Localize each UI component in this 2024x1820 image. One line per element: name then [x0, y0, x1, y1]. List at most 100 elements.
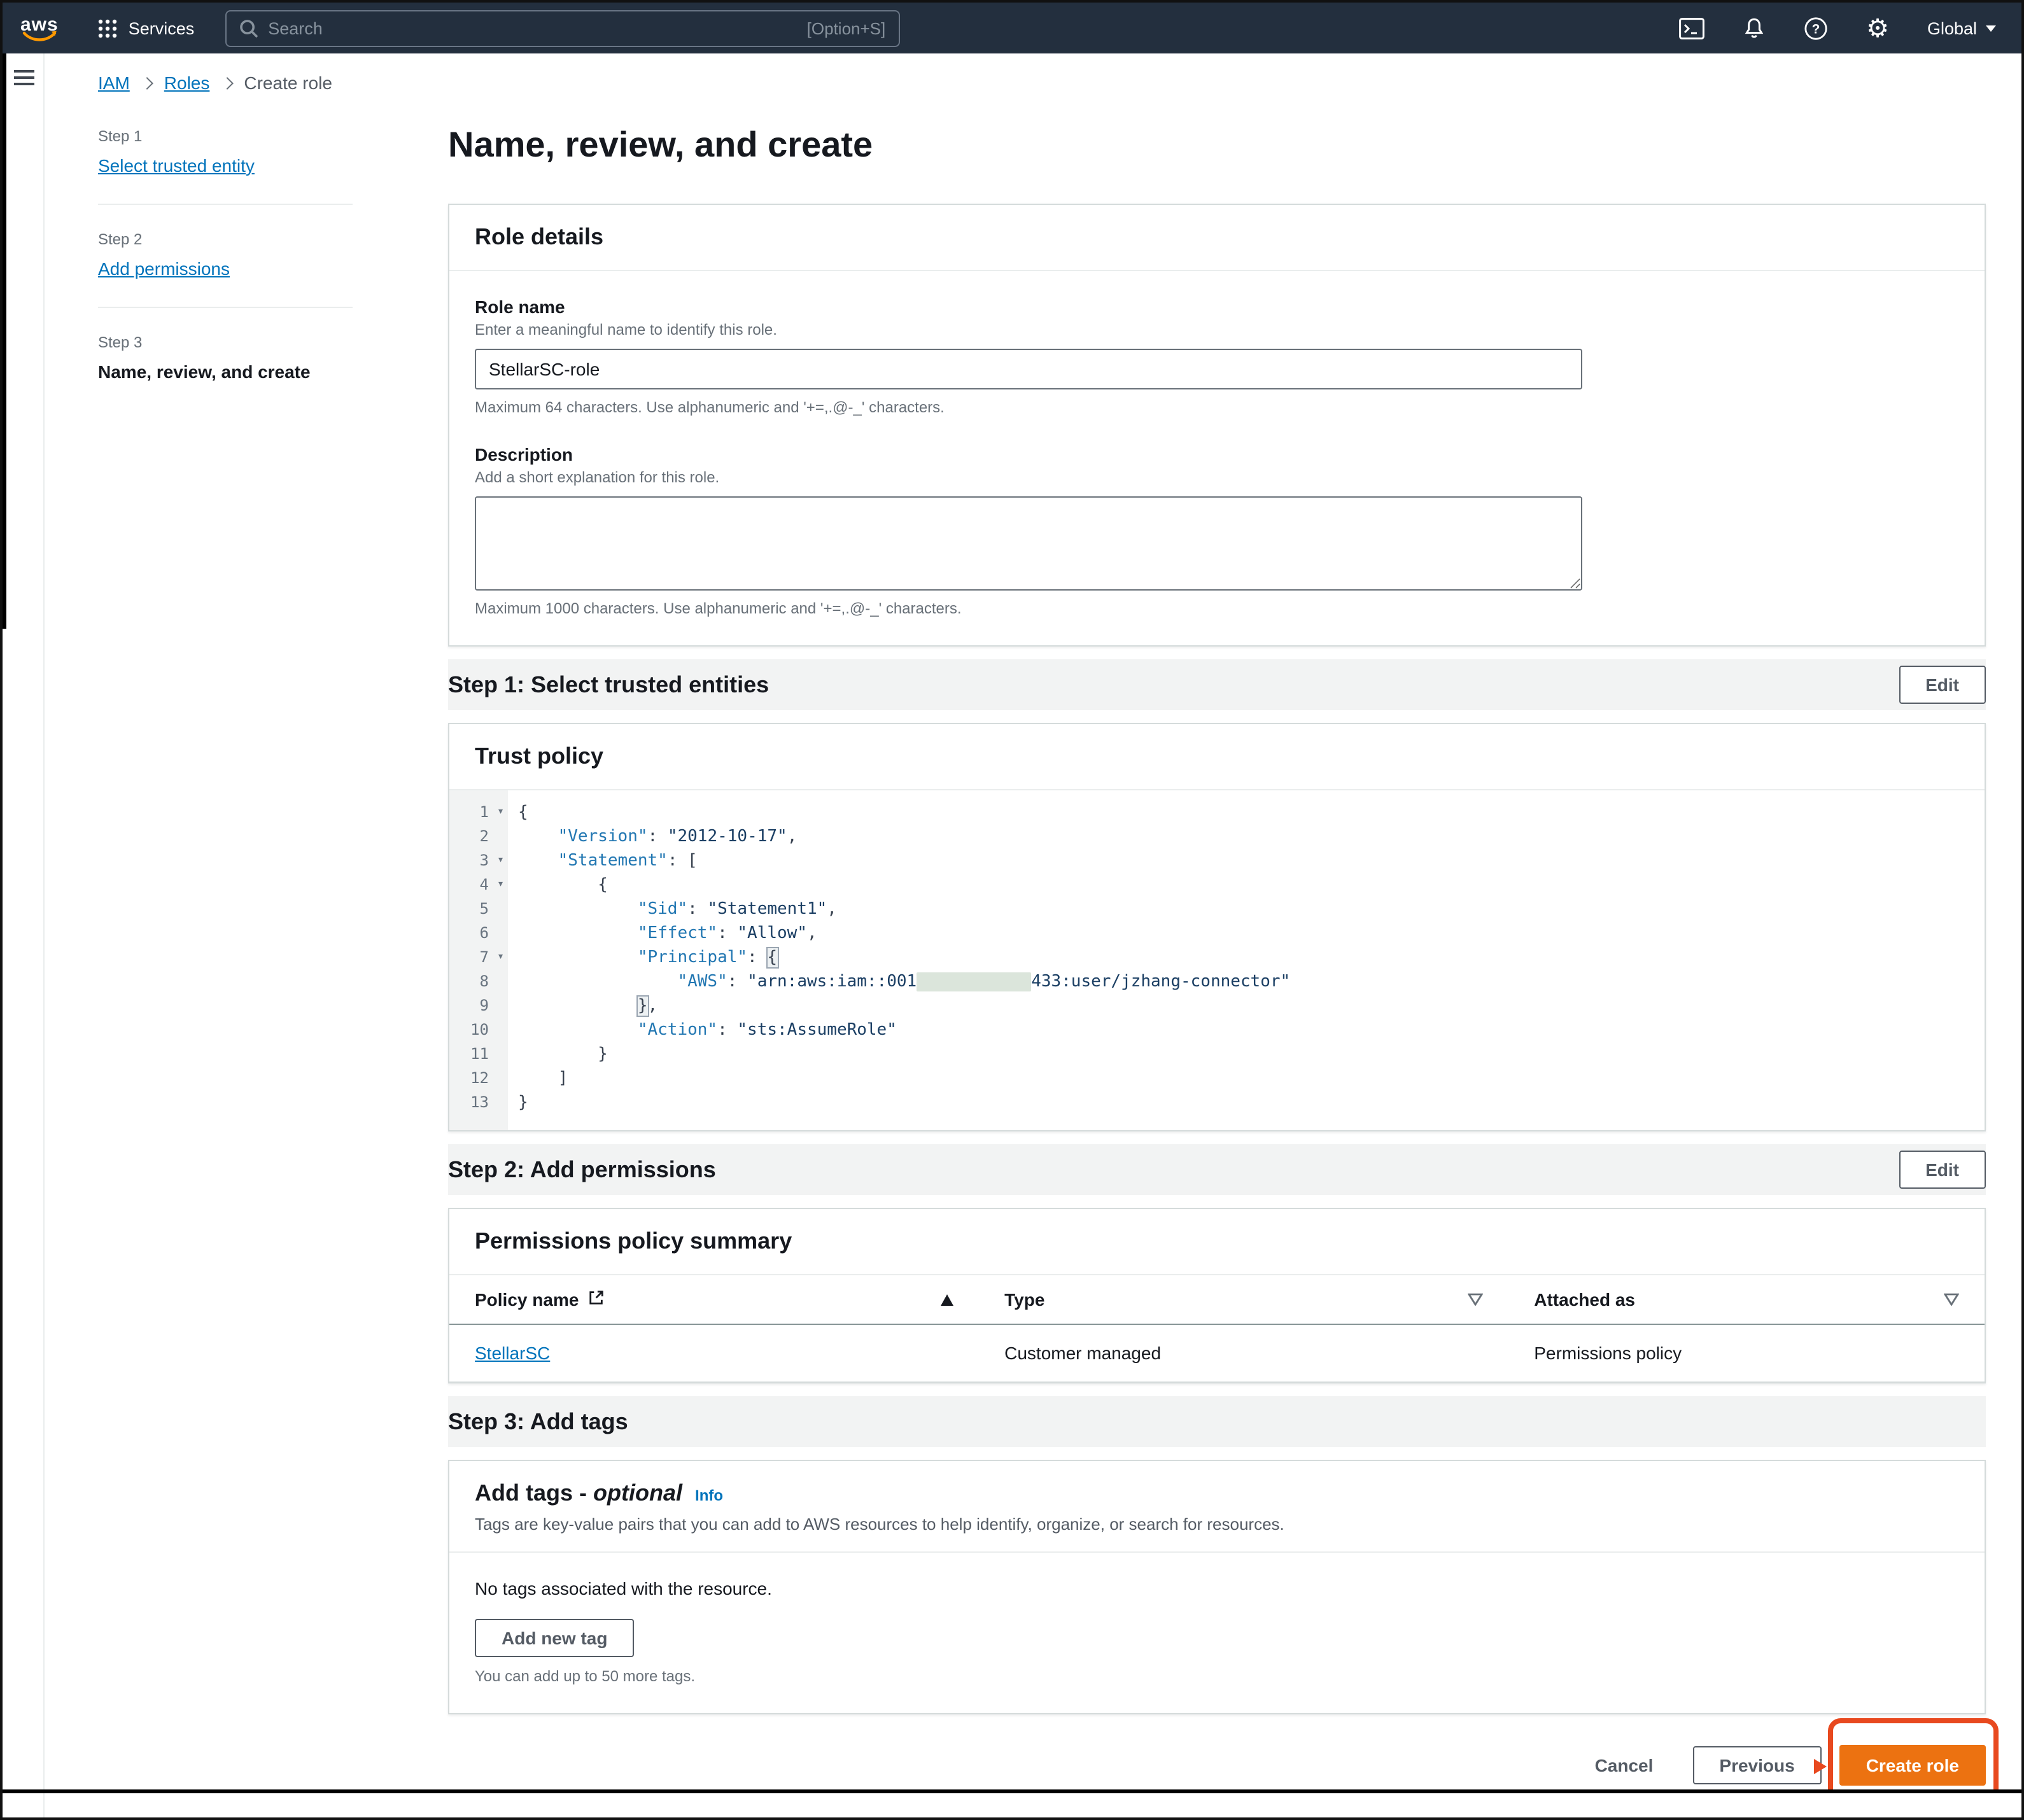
help-icon[interactable]: ? — [1804, 16, 1828, 40]
code-line: "AWS": "arn:aws:iam::001433:user/jzhang-… — [518, 970, 1290, 994]
step3-section-title: Step 3: Add tags — [448, 1408, 628, 1435]
gutter-line: 2 — [449, 825, 508, 849]
role-name-input[interactable] — [475, 349, 1582, 389]
code-line: "Statement": [ — [518, 849, 1290, 873]
notifications-bell-icon[interactable] — [1743, 17, 1766, 39]
code-line: }, — [518, 994, 1290, 1018]
add-tags-header: Add tags - optional Info Tags are key-va… — [449, 1461, 1985, 1553]
step1-section-title: Step 1: Select trusted entities — [448, 671, 769, 698]
trust-policy-card: Trust policy 1▾23▾4▾567▾8910111213 { "Ve… — [448, 723, 1986, 1131]
chevron-right-icon — [220, 76, 233, 89]
filter-icon[interactable] — [1944, 1289, 1959, 1310]
policy-name-link[interactable]: StellarSC — [475, 1343, 550, 1363]
create-role-button[interactable]: Create role — [1839, 1745, 1986, 1786]
gutter-line: 5 — [449, 897, 508, 921]
edit-trusted-entities-button[interactable]: Edit — [1899, 666, 1986, 704]
table-row: StellarSC Customer managed Permissions p… — [449, 1324, 1985, 1382]
previous-button[interactable]: Previous — [1692, 1746, 1821, 1784]
cancel-button[interactable]: Cancel — [1573, 1746, 1675, 1784]
menu-hamburger-icon[interactable] — [14, 70, 43, 85]
sort-ascending-icon[interactable] — [941, 1289, 953, 1310]
role-details-card: Role details Role name Enter a meaningfu… — [448, 204, 1986, 647]
services-label: Services — [129, 18, 195, 38]
gutter-line: 7▾ — [449, 946, 508, 970]
add-tags-description: Tags are key-value pairs that you can ad… — [475, 1515, 1959, 1534]
gutter-line: 3▾ — [449, 849, 508, 873]
services-menu[interactable]: Services — [97, 17, 195, 39]
role-name-constraint: Maximum 64 characters. Use alphanumeric … — [475, 398, 1959, 416]
steps-nav: Step 1 Select trusted entity Step 2 Add … — [46, 104, 448, 1786]
gutter-line: 1▾ — [449, 801, 508, 825]
column-header-type[interactable]: Type — [979, 1275, 1508, 1324]
filter-icon[interactable] — [1468, 1289, 1483, 1310]
code-line: } — [518, 1042, 1290, 1067]
region-label: Global — [1927, 18, 1977, 38]
trust-policy-editor: 1▾23▾4▾567▾8910111213 { "Version": "2012… — [449, 790, 1985, 1130]
edit-permissions-button[interactable]: Edit — [1899, 1151, 1986, 1189]
breadcrumb: IAM Roles Create role — [98, 73, 332, 93]
description-help: Add a short explanation for this role. — [475, 468, 1959, 486]
settings-gear-icon[interactable]: ⚙ — [1866, 15, 1889, 41]
browser-window: aws Services [Option+S] — [0, 0, 2024, 1820]
cloudshell-terminal-icon[interactable] — [1679, 17, 1704, 39]
gutter-line: 4▾ — [449, 873, 508, 897]
topbar: aws Services [Option+S] — [3, 3, 2021, 53]
no-tags-message: No tags associated with the resource. — [475, 1578, 1959, 1599]
code-line: "Version": "2012-10-17", — [518, 825, 1290, 849]
column-header-attached-as[interactable]: Attached as — [1508, 1275, 1985, 1324]
breadcrumb-roles-link[interactable]: Roles — [164, 73, 210, 93]
step-2-link[interactable]: Add permissions — [98, 258, 230, 279]
add-tags-card: Add tags - optional Info Tags are key-va… — [448, 1460, 1986, 1714]
code-line: { — [518, 801, 1290, 825]
code-lines: { "Version": "2012-10-17", "Statement": … — [508, 790, 1290, 1130]
page-title: Name, review, and create — [448, 125, 1986, 165]
search-box[interactable]: [Option+S] — [225, 10, 899, 46]
gutter-line: 13 — [449, 1091, 508, 1115]
info-link[interactable]: Info — [695, 1487, 723, 1504]
external-link-icon — [587, 1289, 604, 1310]
permissions-card: Permissions policy summary Policy name — [448, 1208, 1986, 1383]
description-constraint: Maximum 1000 characters. Use alphanumeri… — [475, 599, 1959, 617]
gutter-line: 9 — [449, 994, 508, 1018]
collapsed-sidebar — [3, 53, 45, 1817]
breadcrumb-iam-link[interactable]: IAM — [98, 73, 130, 93]
search-shortcut: [Option+S] — [807, 18, 886, 38]
code-line: "Sid": "Statement1", — [518, 897, 1290, 921]
gutter-line: 8 — [449, 970, 508, 994]
policy-attached-as-cell: Permissions policy — [1508, 1324, 1985, 1382]
add-tags-title: Add tags - optional — [475, 1480, 682, 1507]
type-column-label: Type — [1004, 1289, 1044, 1310]
aws-logo[interactable]: aws — [20, 15, 59, 41]
section-step3-header: Step 3: Add tags — [448, 1396, 1986, 1447]
policy-name-column-label: Policy name — [475, 1289, 579, 1310]
description-label: Description — [475, 444, 1959, 465]
code-gutter: 1▾23▾4▾567▾8910111213 — [449, 790, 508, 1130]
attached-as-column-label: Attached as — [1534, 1289, 1635, 1310]
permissions-header: Permissions policy summary — [449, 1209, 1985, 1275]
step-1-number: Step 1 — [98, 127, 353, 145]
code-line: ] — [518, 1067, 1290, 1091]
window-bottom-edge — [3, 1789, 2021, 1793]
step-3-group: Step 3 Name, review, and create — [98, 333, 353, 382]
topbar-utilities: ? ⚙ Global — [1679, 15, 2004, 41]
section-step1-header: Step 1: Select trusted entities Edit — [448, 659, 1986, 710]
region-selector[interactable]: Global — [1927, 18, 1996, 38]
main-column: Name, review, and create Role details Ro… — [448, 104, 1986, 1786]
divider — [98, 307, 353, 308]
role-name-label: Role name — [475, 297, 1959, 317]
gutter-line: 11 — [449, 1042, 508, 1067]
code-line: "Effect": "Allow", — [518, 921, 1290, 946]
column-header-policy-name[interactable]: Policy name — [449, 1275, 979, 1324]
search-input[interactable] — [268, 18, 796, 38]
step-1-link[interactable]: Select trusted entity — [98, 155, 255, 176]
search-icon — [239, 18, 258, 38]
step-2-group: Step 2 Add permissions — [98, 230, 353, 281]
add-new-tag-button[interactable]: Add new tag — [475, 1619, 634, 1657]
gutter-line: 10 — [449, 1018, 508, 1042]
policy-type-cell: Customer managed — [979, 1324, 1508, 1382]
code-line: "Action": "sts:AssumeRole" — [518, 1018, 1290, 1042]
description-textarea[interactable] — [475, 496, 1582, 591]
window-left-edge — [3, 53, 6, 629]
gutter-line: 12 — [449, 1067, 508, 1091]
section-step2-header: Step 2: Add permissions Edit — [448, 1144, 1986, 1195]
